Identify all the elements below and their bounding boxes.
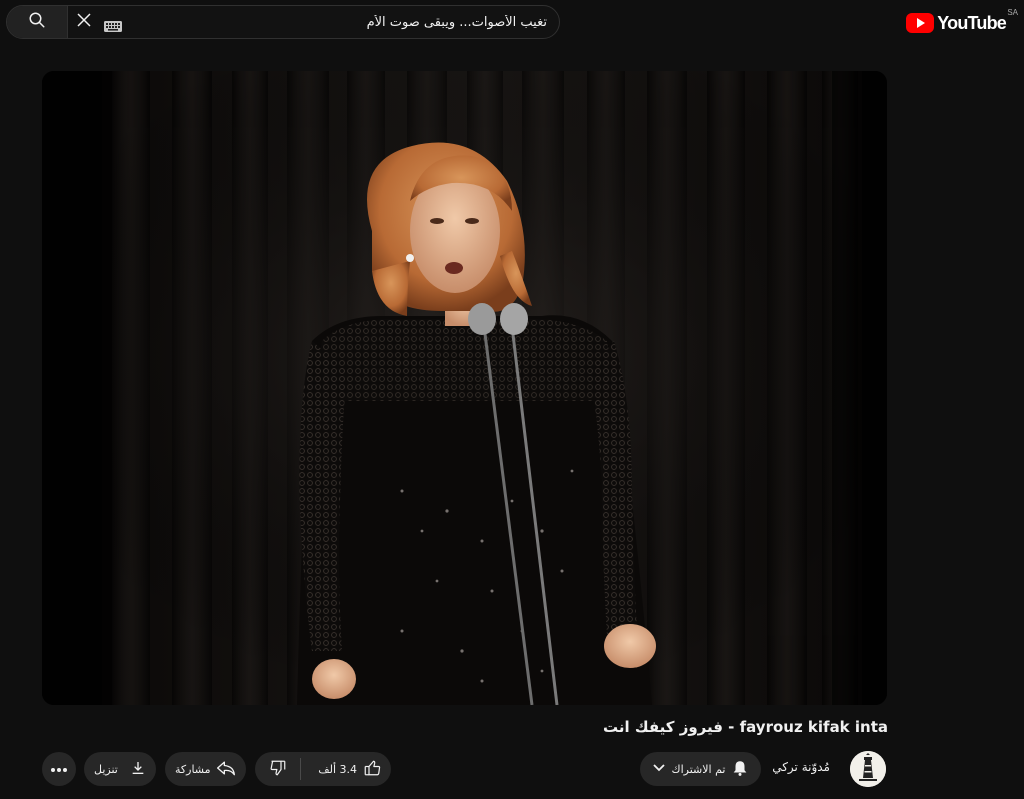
- bell-icon: [731, 759, 749, 780]
- video-player[interactable]: [42, 71, 887, 705]
- download-icon: [130, 760, 146, 779]
- clear-search-button[interactable]: [73, 13, 95, 31]
- download-button[interactable]: تنزيل: [84, 752, 156, 786]
- youtube-logo[interactable]: YouTube SA: [906, 8, 1018, 38]
- subscribe-label: تم الاشتراك: [671, 762, 726, 776]
- top-bar: YouTube SA: [0, 0, 1024, 48]
- share-label: مشاركة: [175, 762, 211, 776]
- keyboard-icon[interactable]: [104, 17, 122, 32]
- search-icon: [28, 11, 46, 33]
- video-frame: [42, 71, 887, 705]
- close-icon: [75, 11, 93, 33]
- logo-text: YouTube: [937, 12, 1007, 33]
- channel-name[interactable]: مُدوّنة تركي: [772, 760, 830, 774]
- like-count: 3.4 ألف: [318, 762, 357, 776]
- lighthouse-logo-icon: [850, 751, 886, 787]
- more-actions-button[interactable]: [42, 752, 76, 786]
- dislike-button[interactable]: [255, 752, 300, 786]
- country-code: SA: [1007, 8, 1018, 17]
- like-dislike-group: 3.4 ألف: [255, 752, 391, 786]
- chevron-down-icon: [652, 763, 666, 776]
- search-input[interactable]: [127, 6, 547, 38]
- thumbs-up-icon: [363, 759, 381, 780]
- more-horizontal-icon: [50, 763, 68, 776]
- subscribed-button[interactable]: تم الاشتراك: [640, 752, 761, 786]
- download-label: تنزيل: [94, 762, 118, 776]
- thumbs-down-icon: [269, 759, 287, 780]
- youtube-play-icon: [906, 13, 935, 33]
- share-button[interactable]: مشاركة: [165, 752, 246, 786]
- share-icon: [216, 759, 236, 780]
- channel-avatar[interactable]: [850, 751, 886, 787]
- search-box: [6, 5, 560, 39]
- search-button[interactable]: [7, 6, 68, 38]
- like-button[interactable]: 3.4 ألف: [301, 752, 391, 786]
- video-title: فيروز كيفك انت - fayrouz kifak inta: [603, 718, 888, 736]
